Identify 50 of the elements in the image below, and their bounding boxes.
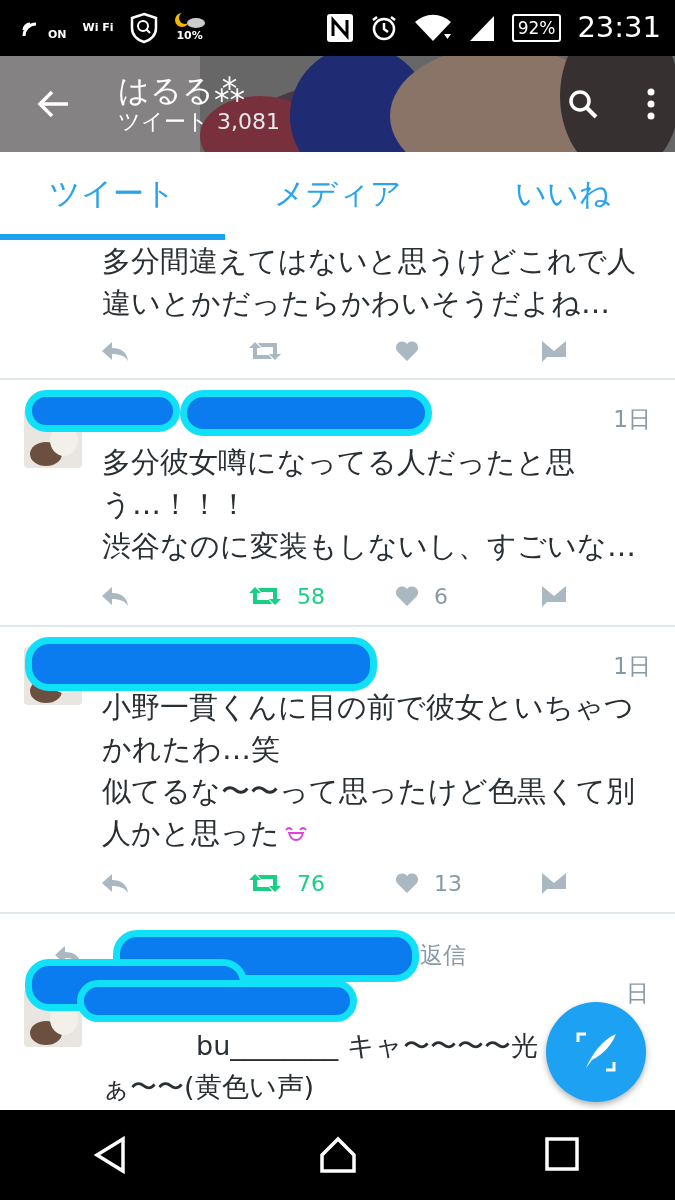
search-button[interactable] — [567, 88, 599, 120]
reply-icon — [100, 340, 130, 362]
nfc-icon — [325, 13, 354, 43]
heart-icon — [394, 872, 420, 894]
status-label: Wi Fi — [82, 19, 114, 36]
tweets-label: ツイート — [118, 108, 209, 136]
tweet-text: 渋谷なのに変装もしないし、すごいな… — [102, 529, 636, 563]
more-icon — [647, 88, 655, 120]
more-button[interactable] — [647, 88, 655, 120]
clock: 23:31 — [577, 9, 661, 47]
tweet-time: 日 — [626, 979, 649, 1008]
compose-quill-icon — [574, 1030, 618, 1074]
message-icon — [541, 584, 567, 608]
message-icon — [541, 871, 567, 895]
status-label: ON — [48, 26, 67, 43]
weather-percent: 10% — [176, 27, 203, 44]
message-icon — [541, 339, 567, 363]
reply-icon — [100, 585, 130, 607]
tweet-count: 3,081 — [217, 108, 280, 136]
retweet-count: 58 — [297, 582, 325, 611]
heart-icon — [394, 585, 420, 607]
tweet-text: 小野一貫くんに目の前で彼女といちゃつかれたわ…笑 — [102, 689, 635, 768]
compose-button[interactable] — [546, 1002, 646, 1102]
tweet-text: 多分間違えてはないと思うけどこれで人違いとかだったらかわいそうだよね… — [102, 244, 636, 320]
tweet-text: ぁ〜〜(黄色い声) — [102, 1069, 315, 1104]
back-arrow-icon — [36, 89, 70, 119]
reply-context: 返信 — [420, 941, 466, 970]
tab[interactable]: メディア — [225, 152, 450, 240]
tweet-text: 多分彼女噂になってる人だったと思う…！！！ — [102, 444, 576, 523]
search-icon — [567, 88, 599, 120]
heart-icon — [394, 340, 420, 362]
moon-cloud-icon — [173, 11, 206, 28]
retweet-count: 76 — [297, 869, 325, 898]
wifi-icon — [413, 14, 452, 42]
shield-search-icon — [129, 12, 158, 44]
tweet-time: 1日 — [613, 405, 651, 434]
home-icon — [317, 1135, 358, 1175]
nav-button[interactable] — [317, 1135, 358, 1175]
like-count: 6 — [434, 582, 448, 611]
back-button[interactable] — [36, 89, 70, 119]
tweet-text: bu________ キャ〜〜〜〜光 — [196, 1028, 538, 1063]
cell-signal-icon — [467, 14, 496, 42]
tweet-time: 1日 — [613, 652, 651, 681]
like-count: 13 — [434, 869, 462, 898]
tab[interactable]: いいね — [450, 152, 675, 240]
tweet-text: 似てるな〜〜って思ったけど色黒くて別人かと思った — [102, 774, 635, 850]
profile-name: はるる⁂ — [118, 72, 246, 108]
battery-indicator: 92% — [511, 14, 562, 42]
reply-icon — [100, 872, 130, 894]
tab[interactable]: ツイート — [0, 152, 225, 240]
